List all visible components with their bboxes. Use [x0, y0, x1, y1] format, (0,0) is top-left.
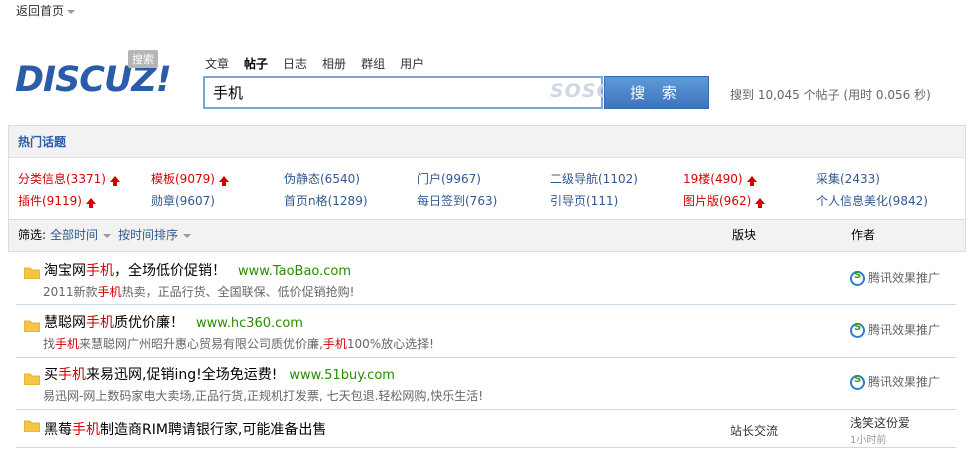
hot-topic-item[interactable]: 首页n格(1289) — [284, 192, 368, 209]
hot-topic-item[interactable]: 分类信息(3371) — [18, 170, 120, 187]
arrow-up-icon — [109, 176, 120, 186]
hot-topic-item[interactable]: 伪静态(6540) — [284, 170, 360, 187]
result-description: 易迅网-网上数码家电大卖场,正品行货,正规机打发票, 七天包退.轻松网购,快乐生… — [43, 389, 484, 403]
result-description: 找手机来慧聪网广州昭升惠心贸易有限公司质优价廉,手机100%放心选择! — [43, 337, 434, 351]
hot-topic-item[interactable]: 图片版(962) — [683, 192, 766, 209]
search-result-row: 慧聪网手机质优价廉！ www.hc360.com 找手机来慧聪网广州昭升惠心贸易有… — [16, 305, 956, 358]
tab-group[interactable]: 群组 — [361, 55, 385, 72]
result-url[interactable]: www.51buy.com — [289, 368, 395, 383]
arrow-up-icon — [85, 198, 96, 208]
result-title-link[interactable]: 买手机来易迅网,促销ing!全场免运费! www.51buy.com — [44, 364, 395, 384]
discuz-logo[interactable]: DISCUZ! 搜索 — [15, 50, 180, 102]
column-header-author: 作者 — [851, 228, 876, 242]
hot-topic-item[interactable]: 模板(9079) — [151, 170, 229, 187]
back-home-link[interactable]: 返回首页 — [16, 2, 76, 19]
result-time: 1小时前 — [850, 435, 887, 446]
tab-article[interactable]: 文章 — [205, 55, 229, 72]
result-forum-link[interactable]: 站长交流 — [730, 422, 778, 439]
tab-post[interactable]: 帖子 — [244, 55, 268, 72]
hot-topic-item[interactable]: 勋章(9607) — [151, 192, 215, 209]
search-result-row: 黑莓手机制造商RIM聘请银行家,可能准备出售 站长交流 浅笑这份爱 1小时前 — [16, 410, 956, 448]
search-button[interactable]: 搜 索 — [604, 76, 709, 109]
search-type-tabs: 文章 帖子 日志 相册 群组 用户 — [205, 55, 439, 72]
hot-topic-item[interactable]: 门户(9967) — [417, 170, 481, 187]
result-title-link[interactable]: 淘宝网手机，全场低价促销！ www.TaoBao.com — [44, 260, 351, 280]
chevron-down-icon — [183, 233, 192, 238]
hot-topic-item[interactable]: 采集(2433) — [816, 170, 880, 187]
folder-icon — [24, 420, 40, 432]
result-title-link[interactable]: 黑莓手机制造商RIM聘请银行家,可能准备出售 — [44, 419, 326, 439]
tab-blog[interactable]: 日志 — [283, 55, 307, 72]
filter-label: 筛选: — [18, 228, 47, 242]
result-title-link[interactable]: 慧聪网手机质优价廉！ www.hc360.com — [44, 312, 303, 332]
sponsor-label[interactable]: 腾讯效果推广 — [850, 269, 940, 286]
search-box — [203, 76, 603, 109]
arrow-up-icon — [218, 176, 229, 186]
tencent-ad-icon — [850, 322, 865, 338]
hot-topics-title: 热门话题 — [9, 126, 965, 158]
result-url[interactable]: www.hc360.com — [196, 316, 303, 331]
sort-dropdown[interactable]: 按时间排序 — [118, 220, 192, 250]
result-author-link[interactable]: 浅笑这份爱 — [850, 414, 910, 431]
hot-topic-item[interactable]: 二级导航(1102) — [550, 170, 638, 187]
time-filter-dropdown[interactable]: 全部时间 — [50, 220, 112, 250]
sponsor-label[interactable]: 腾讯效果推广 — [850, 373, 940, 390]
back-home-label: 返回首页 — [16, 4, 65, 18]
result-info: 搜到 10,045 个帖子 (用时 0.056 秒) — [730, 88, 931, 102]
hot-topic-item[interactable]: 19楼(490) — [683, 170, 757, 187]
search-result-row: 淘宝网手机，全场低价促销！ www.TaoBao.com 2011新款手机热卖，正… — [16, 253, 956, 305]
result-url[interactable]: www.TaoBao.com — [238, 264, 351, 279]
search-input[interactable] — [205, 78, 601, 107]
chevron-down-icon — [67, 9, 76, 14]
sponsor-label[interactable]: 腾讯效果推广 — [850, 321, 940, 338]
folder-icon — [24, 373, 40, 385]
arrow-up-icon — [746, 176, 757, 186]
tencent-ad-icon — [850, 270, 865, 286]
tencent-ad-icon — [850, 374, 865, 390]
arrow-up-icon — [755, 198, 766, 208]
hot-topic-item[interactable]: 个人信息美化(9842) — [816, 192, 928, 209]
search-result-row: 买手机来易迅网,促销ing!全场免运费! www.51buy.com 易迅网-网上… — [16, 358, 956, 410]
hot-topic-item[interactable]: 每日签到(763) — [417, 192, 497, 209]
tab-user[interactable]: 用户 — [400, 55, 424, 72]
logo-badge: 搜索 — [128, 50, 158, 68]
tab-album[interactable]: 相册 — [322, 55, 346, 72]
result-description: 2011新款手机热卖，正品行货、全国联保、低价促销抢购! — [43, 285, 355, 299]
hot-topics-panel: 热门话题 分类信息(3371) 模板(9079) 伪静态(6540) 门户(99… — [8, 125, 966, 220]
folder-icon — [24, 320, 40, 332]
filter-bar: 筛选: 全部时间 按时间排序 版块 作者 — [8, 220, 966, 252]
hot-topic-item[interactable]: 插件(9119) — [18, 192, 96, 209]
folder-icon — [24, 267, 40, 279]
hot-topic-item[interactable]: 引导页(111) — [550, 192, 618, 209]
chevron-down-icon — [103, 233, 112, 238]
column-header-forum: 版块 — [732, 228, 757, 242]
